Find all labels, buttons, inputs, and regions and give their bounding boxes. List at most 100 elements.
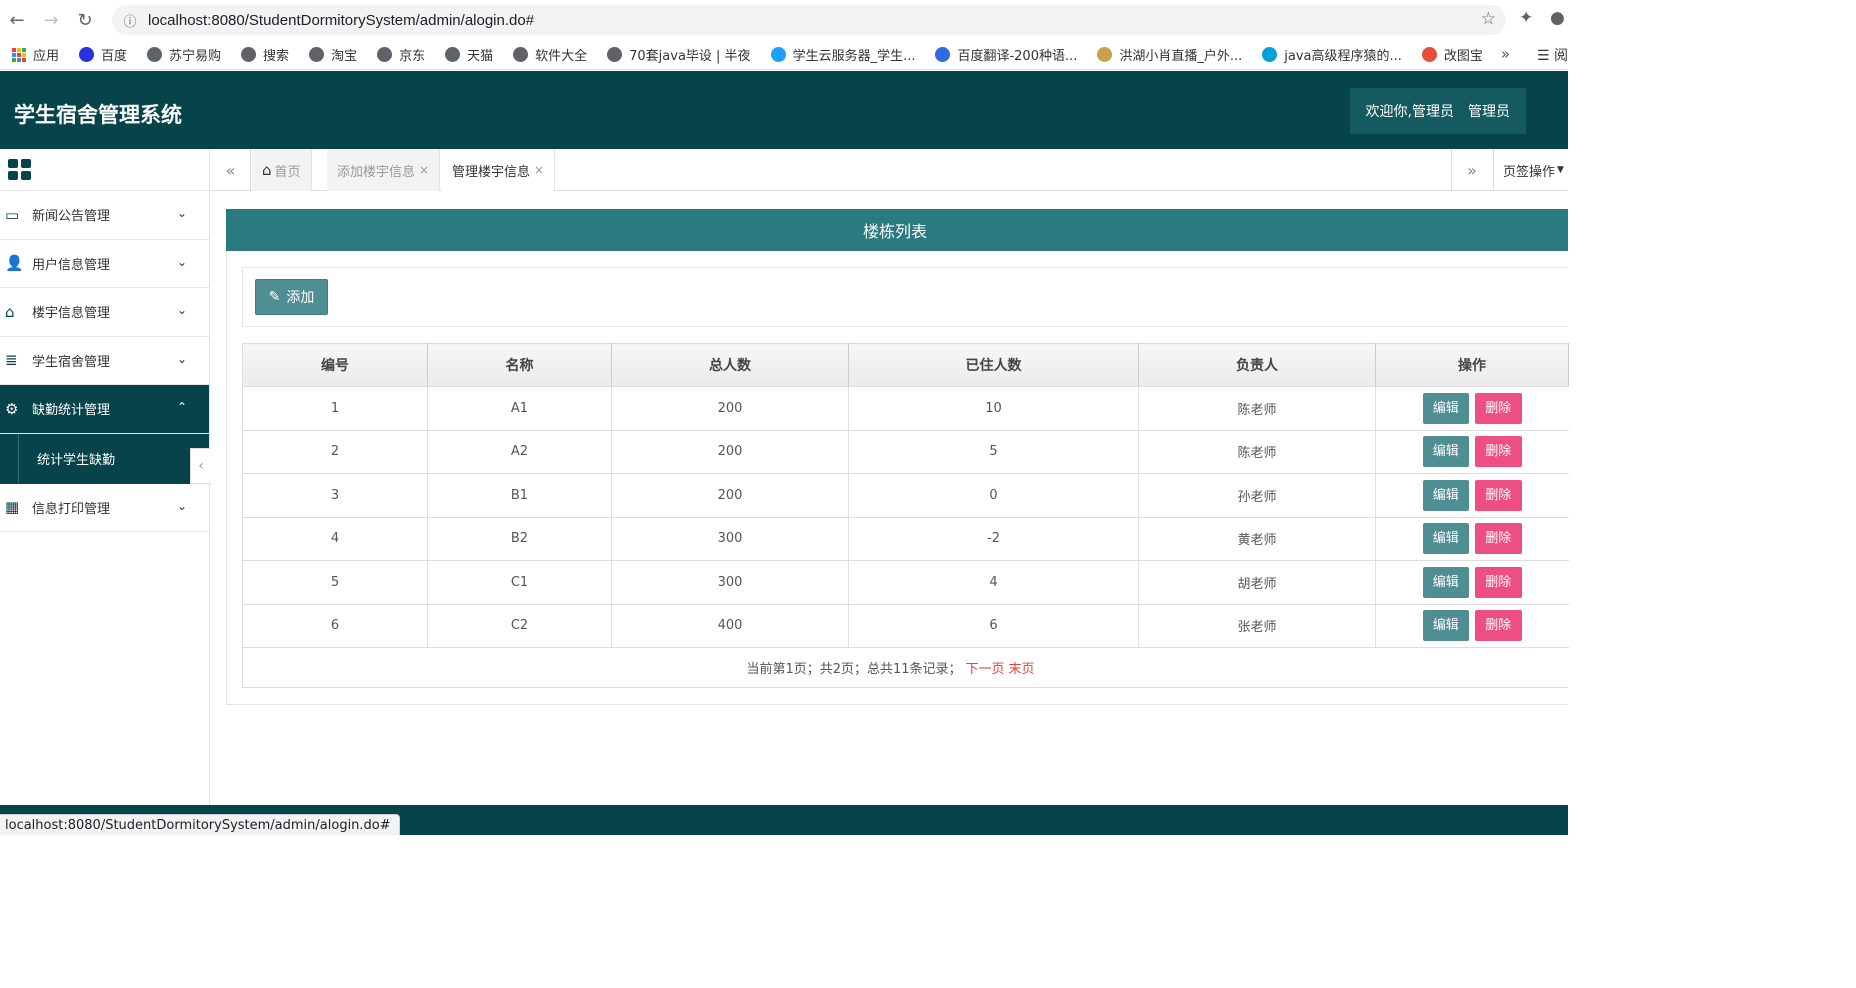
bookmark-item[interactable]: java高级程序猿的... — [1262, 45, 1402, 64]
cell-actions: 编辑 删除 — [1375, 560, 1569, 605]
edit-button[interactable]: 编辑 — [1422, 436, 1469, 468]
reading-list-label: 阅 — [1554, 48, 1568, 64]
reading-list-button[interactable]: ☰ 阅 — [1537, 45, 1568, 65]
bookmark-label: 天猫 — [467, 49, 494, 64]
user-icon: 👤 — [5, 254, 24, 273]
table-row: 6 C2 400 6 张老师 编辑 删除 — [242, 604, 1569, 648]
extensions-icon[interactable]: ✦ — [1519, 8, 1533, 28]
edit-button[interactable]: 编辑 — [1422, 610, 1469, 642]
sidebar-item[interactable]: ≣ 学生宿舍管理 ⌄ — [0, 337, 209, 385]
sidebar-item[interactable]: ⚙ 缺勤统计管理 ⌃ — [0, 385, 209, 434]
edit-button[interactable]: 编辑 — [1422, 523, 1469, 555]
cell-id: 2 — [242, 430, 428, 474]
cell-total: 300 — [611, 517, 849, 561]
add-button[interactable]: ✎ 添加 — [255, 279, 328, 315]
sidebar-toggle[interactable] — [0, 149, 209, 191]
delete-button[interactable]: 删除 — [1474, 436, 1522, 468]
user-role[interactable]: 管理员 — [1468, 101, 1510, 121]
sidebar-item-label: 用户信息管理 — [32, 257, 111, 273]
table-row: 3 B1 200 0 孙老师 编辑 删除 — [242, 473, 1569, 518]
forward-icon[interactable]: → — [34, 0, 68, 40]
bookmark-favicon-icon — [147, 47, 163, 62]
cell-occupied: -2 — [848, 517, 1139, 561]
edit-square-icon: ✎ — [268, 289, 281, 305]
bookmark-label: 搜索 — [263, 49, 290, 64]
cell-actions: 编辑 删除 — [1375, 604, 1569, 648]
edit-button[interactable]: 编辑 — [1422, 479, 1469, 511]
bookmarks-bar: 应用 百度 苏宁易购 搜索 淘宝 京东 天猫 软件大全 70套java毕设 | 半夜 学生云服务器… — [0, 40, 1568, 70]
chevron-down-icon: ⌄ — [176, 254, 187, 269]
bookmark-item[interactable]: 改图宝 — [1421, 45, 1483, 64]
bookmark-favicon-icon — [1097, 47, 1113, 62]
reload-icon[interactable]: ↻ — [68, 0, 102, 40]
sidebar-item[interactable]: 👤 用户信息管理 ⌄ — [0, 240, 209, 288]
gears-icon: ⚙ — [5, 399, 19, 418]
close-icon[interactable]: × — [419, 163, 429, 177]
bookmark-item[interactable]: 百度 — [79, 45, 127, 64]
info-icon[interactable]: ⓘ — [112, 11, 148, 30]
bookmark-item[interactable]: 苏宁易购 — [147, 45, 221, 64]
tab-label: 管理楼宇信息 — [452, 164, 531, 180]
delete-button[interactable]: 删除 — [1474, 610, 1522, 642]
edit-button[interactable]: 编辑 — [1422, 392, 1469, 424]
cell-actions: 编辑 删除 — [1375, 473, 1569, 518]
welcome-box[interactable]: 欢迎你,管理员 管理员 — [1349, 88, 1526, 134]
sidebar-item-label: 学生宿舍管理 — [32, 354, 111, 370]
tab-bar: « ⌂ 首页 添加楼宇信息 × 管理楼宇信息 × » 页签操作 ▼ — [211, 149, 1568, 191]
bookmark-favicon-icon — [445, 47, 461, 62]
edit-button[interactable]: 编辑 — [1422, 566, 1469, 598]
bookmark-item[interactable]: 京东 — [377, 45, 425, 64]
bookmark-label: 改图宝 — [1443, 49, 1483, 64]
building-table: 编号 名称 总人数 已住人数 负责人 操作 1 A1 200 10 陈老师 编辑 删除 2 A2… — [242, 343, 1569, 648]
chevron-down-icon: ⌄ — [176, 351, 187, 366]
bookmark-item[interactable]: 搜索 — [241, 45, 289, 64]
status-bar-url: localhost:8080/StudentDormitorySystem/ad… — [0, 814, 400, 835]
bookmark-favicon-icon — [241, 47, 257, 62]
back-icon[interactable]: ← — [0, 0, 34, 40]
dashboard-grid-icon[interactable] — [8, 159, 31, 180]
delete-button[interactable]: 删除 — [1474, 523, 1522, 555]
bookmark-item[interactable]: 天猫 — [445, 45, 493, 64]
bookmark-item[interactable]: 应用 — [12, 45, 59, 64]
sidebar-item[interactable]: ▭ 新闻公告管理 ⌄ — [0, 191, 209, 240]
close-icon[interactable]: × — [534, 163, 544, 177]
bookmark-item[interactable]: 学生云服务器_学生... — [770, 45, 915, 64]
col-header-actions: 操作 — [1375, 343, 1569, 387]
sidebar-subitem-absence-stats[interactable]: 统计学生缺勤 — [0, 433, 209, 484]
tab-scroll-right-button[interactable]: » — [1451, 149, 1492, 191]
cell-actions: 编辑 删除 — [1375, 517, 1569, 561]
next-page-link[interactable]: 下一页 — [966, 658, 1005, 677]
toolbar-box — [242, 267, 1568, 327]
bookmark-item[interactable]: 软件大全 — [513, 45, 587, 64]
address-bar[interactable]: ⓘ localhost:8080/StudentDormitorySystem/… — [112, 5, 1506, 35]
tab-operations-dropdown[interactable]: 页签操作 ▼ — [1493, 149, 1569, 191]
pager-info: 当前第1页；共2页；总共11条记录； — [746, 661, 962, 677]
tab-home[interactable]: ⌂ 首页 — [252, 149, 312, 191]
url-text[interactable]: localhost:8080/StudentDormitorySystem/ad… — [148, 12, 534, 29]
sidebar-item[interactable]: ⌂ 楼宇信息管理 ⌄ — [0, 288, 209, 337]
bookmark-item[interactable]: 淘宝 — [309, 45, 357, 64]
cell-id: 4 — [242, 517, 428, 561]
tab-scroll-left-button[interactable]: « — [211, 149, 251, 191]
sidebar-collapse-button[interactable]: ‹ — [190, 448, 211, 484]
col-header-occupied: 已住人数 — [848, 343, 1139, 387]
delete-button[interactable]: 删除 — [1474, 392, 1522, 424]
profile-icon[interactable]: ● — [1550, 8, 1565, 28]
tab-manage-building[interactable]: 管理楼宇信息 × — [442, 149, 556, 191]
bookmark-item[interactable]: 百度翻译-200种语... — [935, 45, 1077, 64]
cell-total: 300 — [611, 560, 849, 605]
sidebar-item[interactable]: ▦ 信息打印管理 ⌄ — [0, 484, 209, 532]
bookmarks-overflow-icon[interactable]: » — [1501, 45, 1510, 63]
delete-button[interactable]: 删除 — [1474, 566, 1522, 598]
bookmark-favicon-icon — [1262, 47, 1278, 62]
submenu-line — [18, 433, 19, 484]
bookmark-item[interactable]: 70套java毕设 | 半夜 — [607, 45, 751, 64]
star-icon[interactable]: ☆ — [1481, 9, 1496, 29]
cell-id: 1 — [242, 386, 428, 431]
bookmark-item[interactable]: 洪湖小肖直播_户外... — [1097, 45, 1242, 64]
delete-button[interactable]: 删除 — [1474, 479, 1522, 511]
tab-add-building[interactable]: 添加楼宇信息 × — [327, 149, 441, 191]
cell-occupied: 10 — [848, 386, 1139, 431]
bookmark-favicon-icon — [935, 47, 951, 62]
last-page-link[interactable]: 末页 — [1009, 658, 1035, 677]
